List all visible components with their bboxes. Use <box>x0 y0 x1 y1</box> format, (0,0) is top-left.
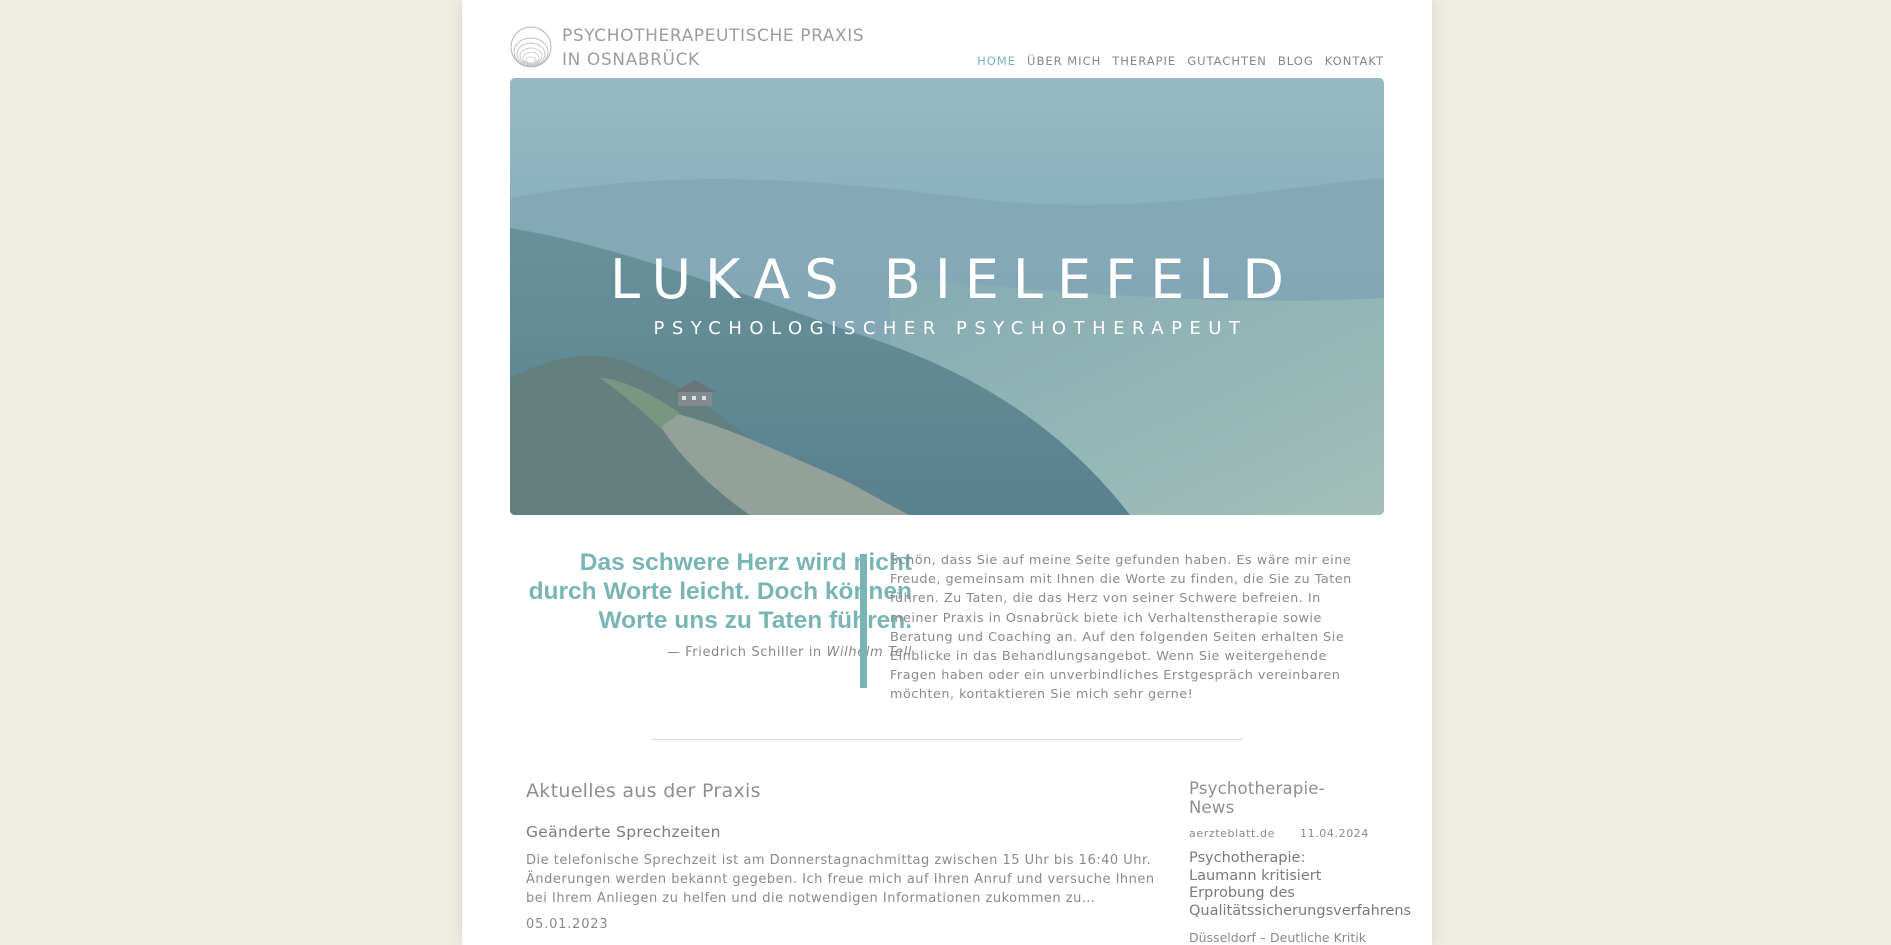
section-divider <box>651 739 1243 740</box>
quote-source-author: — Friedrich Schiller in <box>666 645 827 660</box>
post-title[interactable]: Geänderte Sprechzeiten <box>526 823 1166 841</box>
nav-ueber-mich[interactable]: ÜBER MICH <box>1027 54 1101 68</box>
sidebar-title: Psychotherapie-News <box>1189 779 1325 817</box>
post-excerpt: Die telefonische Sprechzeit ist am Donne… <box>526 853 1155 906</box>
logo-icon[interactable] <box>510 26 552 68</box>
news-meta: aerzteblatt.de 11.04.2024 <box>1189 827 1369 840</box>
nav-blog[interactable]: BLOG <box>1278 54 1314 68</box>
page: PSYCHOTHERAPEUTISCHE PRAXIS IN OSNABRÜCK… <box>462 0 1432 945</box>
brand-line-2: IN OSNABRÜCK <box>562 50 700 70</box>
quote-text: Das schwere Herz wird nicht durch Worte … <box>528 549 912 634</box>
nav-gutachten[interactable]: GUTACHTEN <box>1187 54 1267 68</box>
news-date: 11.04.2024 <box>1300 827 1369 840</box>
news-source[interactable]: aerzteblatt.de <box>1189 827 1275 840</box>
nav-therapie[interactable]: THERAPIE <box>1112 54 1176 68</box>
main-nav: HOME ÜBER MICH THERAPIE GUTACHTEN BLOG K… <box>977 54 1384 68</box>
site-header: PSYCHOTHERAPEUTISCHE PRAXIS IN OSNABRÜCK… <box>510 24 1384 74</box>
post-date: 05.01.2023 <box>526 917 609 932</box>
psychotherapy-news-sidebar: Psychotherapie-News aerzteblatt.de 11.04… <box>1189 779 1411 945</box>
nav-home[interactable]: HOME <box>977 54 1016 68</box>
site-brand[interactable]: PSYCHOTHERAPEUTISCHE PRAXIS IN OSNABRÜCK <box>562 24 864 72</box>
nav-kontakt[interactable]: KONTAKT <box>1325 54 1384 68</box>
brand-line-1: PSYCHOTHERAPEUTISCHE PRAXIS <box>562 26 865 46</box>
news-excerpt: Düsseldorf – Deutliche Kritik an der Erp… <box>1189 930 1367 945</box>
quote-block: Das schwere Herz wird nicht durch Worte … <box>522 548 912 660</box>
quote-accent-bar <box>860 554 867 688</box>
quote-source: — Friedrich Schiller in Wilhelm Tell <box>522 645 912 660</box>
practice-news: Aktuelles aus der Praxis Geänderte Sprec… <box>526 780 1166 932</box>
hero-title: LUKAS BIELEFELD <box>610 248 1298 311</box>
news-headline[interactable]: Psychotherapie: Laumann kritisiert Erpro… <box>1189 850 1411 920</box>
hero-banner: LUKAS BIELEFELD PSYCHOLOGISCHER PSYCHOTH… <box>510 78 1384 515</box>
hero-subtitle: PSYCHOLOGISCHER PSYCHOTHERAPEUT <box>653 318 1248 339</box>
practice-news-title: Aktuelles aus der Praxis <box>526 780 761 802</box>
intro-text: Schön, dass Sie auf meine Seite gefunden… <box>890 553 1352 703</box>
